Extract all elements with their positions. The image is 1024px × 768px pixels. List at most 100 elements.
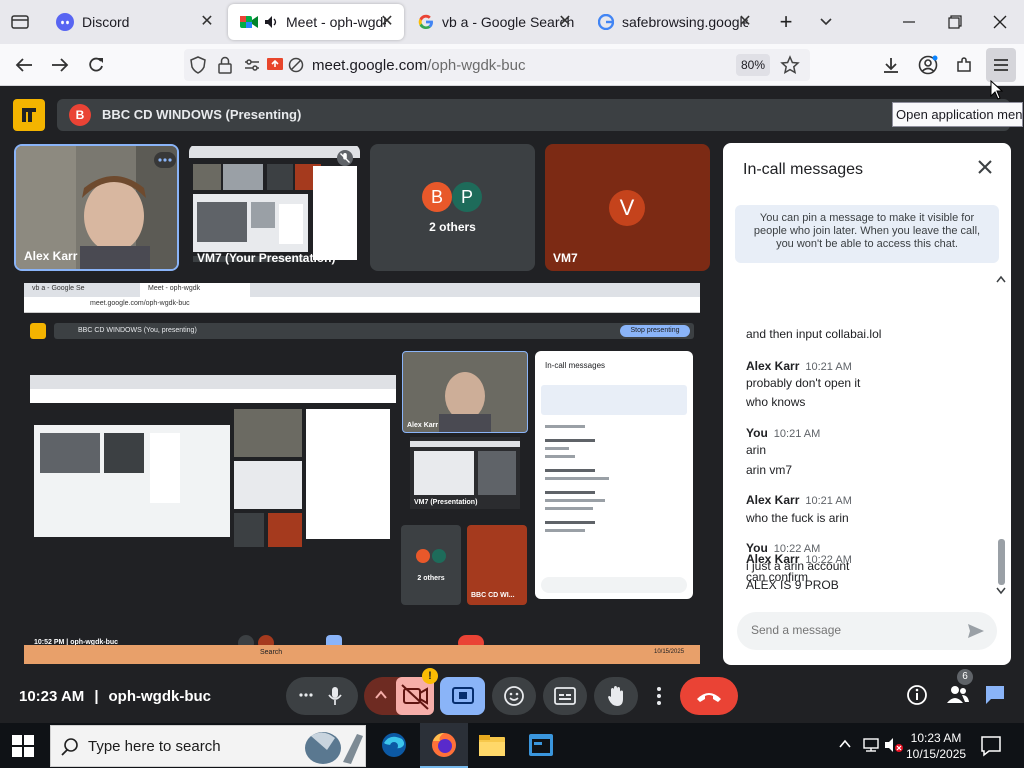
meeting-controls-bar: 10:23 AM | oph-wgdk-buc ! 6 — [0, 667, 1024, 723]
close-tab-icon[interactable]: ✕ — [198, 13, 216, 31]
captions-button[interactable] — [543, 677, 587, 715]
zoom-level[interactable]: 80% — [736, 54, 770, 76]
chevron-up-icon[interactable] — [374, 688, 388, 702]
tile-more-icon[interactable] — [154, 152, 176, 168]
close-tab-icon[interactable]: ✕ — [736, 13, 754, 31]
chat-scrollbar[interactable] — [993, 275, 1009, 595]
volume-muted-icon[interactable] — [884, 737, 904, 753]
tab-overview-icon[interactable] — [6, 8, 34, 34]
scroll-thumb[interactable] — [998, 539, 1005, 585]
taskbar-date: 10/15/2025 — [906, 747, 967, 761]
present-screen-button[interactable] — [440, 677, 485, 715]
windows-start-icon[interactable] — [12, 735, 34, 757]
meet-logo-icon — [13, 99, 45, 131]
more-audio-options-icon[interactable] — [298, 687, 314, 703]
avatar — [416, 549, 430, 563]
more-options-button[interactable] — [645, 677, 673, 715]
permissions-icon[interactable] — [244, 57, 260, 73]
tab-safebrowsing[interactable]: safebrowsing.google.co ✕ — [586, 4, 762, 40]
presenting-banner: B BBC CD WINDOWS (Presenting) — [57, 99, 1010, 131]
hang-up-icon — [697, 693, 721, 702]
show-hidden-icons-chevron[interactable] — [838, 737, 852, 751]
reload-icon[interactable] — [82, 52, 110, 78]
download-icon[interactable] — [877, 52, 905, 78]
close-tab-icon[interactable]: ✕ — [556, 13, 574, 31]
new-tab-icon[interactable]: + — [772, 8, 800, 36]
shield-icon[interactable] — [190, 56, 206, 74]
chat-message-header: Alex Karr 10:21 AM — [746, 359, 852, 373]
tab-meet[interactable]: Meet - oph-wgdk-buc ✕ — [228, 4, 404, 40]
tab-discord[interactable]: Discord ✕ — [44, 4, 224, 40]
people-icon[interactable] — [944, 682, 970, 706]
inner-chat-title: In-call messages — [545, 361, 606, 370]
inner-presenting-banner: BBC CD WINDOWS (You, presenting) Stop pr… — [54, 323, 694, 339]
participant-tile-vm7-presentation[interactable]: VM7 (Your Presentation) — [189, 144, 360, 271]
network-icon[interactable] — [862, 737, 880, 753]
chat-message-text: arin — [746, 443, 767, 457]
close-window-icon[interactable] — [986, 8, 1014, 36]
chat-message-text: probably don't open it — [746, 376, 861, 390]
meeting-info-icon[interactable] — [906, 684, 928, 706]
scroll-up-icon[interactable] — [996, 275, 1006, 283]
muted-mic-icon — [337, 150, 353, 166]
inner-banner-text: BBC CD WINDOWS (You, presenting) — [78, 327, 197, 334]
send-icon[interactable] — [967, 623, 985, 639]
chat-messages[interactable]: and then input collabai.lol Alex Karr 10:… — [723, 271, 1011, 599]
inner-tile-name: BBC CD WI... — [471, 592, 515, 599]
minimize-icon[interactable] — [895, 8, 923, 36]
meet-icon — [240, 14, 258, 30]
chat-message-text: can confirm — [746, 570, 809, 584]
inner-url: meet.google.com/oph-wgdk-buc — [90, 300, 190, 307]
participant-tile-others[interactable]: B P 2 others — [370, 144, 535, 271]
inner-meet-logo-icon — [30, 323, 46, 339]
participant-tile-vm7[interactable]: V VM7 — [545, 144, 710, 271]
maximize-icon[interactable] — [941, 8, 969, 36]
close-tab-icon[interactable]: ✕ — [378, 13, 396, 31]
file-explorer-icon[interactable] — [478, 733, 506, 757]
address-bar[interactable]: meet.google.com/oph-wgdk-buc 80% — [184, 49, 810, 81]
edge-browser-icon[interactable] — [380, 731, 408, 759]
back-arrow-icon[interactable] — [10, 52, 38, 78]
lock-icon[interactable] — [218, 56, 232, 74]
inner-tile-name: VM7 (Presentation) — [414, 499, 478, 506]
microphone-icon[interactable] — [326, 686, 344, 706]
inner-tile-alex: Alex Karr — [402, 351, 528, 433]
extensions-icon[interactable] — [950, 52, 978, 78]
list-tabs-chevron-icon[interactable] — [812, 8, 840, 36]
screen-share-icon[interactable] — [266, 56, 284, 72]
reactions-button[interactable] — [492, 677, 536, 715]
chat-title: In-call messages — [743, 161, 864, 178]
raise-hand-button[interactable] — [594, 677, 638, 715]
application-menu-button[interactable] — [986, 48, 1016, 82]
inner-tile-vm7: VM7 (Presentation) — [410, 437, 520, 509]
close-icon[interactable] — [975, 157, 995, 177]
chat-input-container — [737, 612, 997, 650]
taskbar-clock[interactable]: 10:23 AM 10/15/2025 — [906, 730, 966, 762]
inner-tile-others: 2 others — [401, 525, 461, 605]
account-icon[interactable] — [914, 52, 942, 78]
camera-blocked-icon[interactable] — [288, 57, 304, 73]
bookmark-star-icon[interactable] — [780, 55, 800, 75]
google-icon — [418, 14, 434, 30]
taskbar-search-box[interactable]: Type here to search — [50, 725, 366, 767]
chat-message-input[interactable] — [751, 623, 951, 637]
firefox-taskbar-button[interactable] — [420, 723, 468, 768]
tab-google-search[interactable]: vb a - Google Search ✕ — [406, 4, 582, 40]
notifications-icon[interactable] — [980, 735, 1002, 757]
firefox-icon — [432, 733, 456, 757]
more-vertical-icon — [657, 687, 661, 705]
url-text[interactable]: meet.google.com/oph-wgdk-buc — [312, 57, 525, 74]
app-window-icon[interactable] — [528, 733, 554, 757]
inner-tab-title: vb a - Google Se — [32, 285, 85, 292]
inner-tab-title: Meet - oph-wgdk — [148, 285, 201, 292]
chat-message-text: who the fuck is arin — [746, 511, 849, 525]
avatar: B — [422, 182, 452, 212]
forward-arrow-icon[interactable] — [46, 52, 74, 78]
participant-tile-alex[interactable]: Alex Karr — [14, 144, 179, 271]
leave-call-button[interactable] — [680, 677, 738, 715]
speaker-icon[interactable] — [264, 15, 278, 29]
chat-icon[interactable] — [984, 683, 1006, 705]
inner-taskbar-search: Search — [260, 649, 283, 656]
scroll-down-icon[interactable] — [996, 587, 1006, 595]
browser-nav-bar: meet.google.com/oph-wgdk-buc 80% — [0, 44, 1024, 100]
